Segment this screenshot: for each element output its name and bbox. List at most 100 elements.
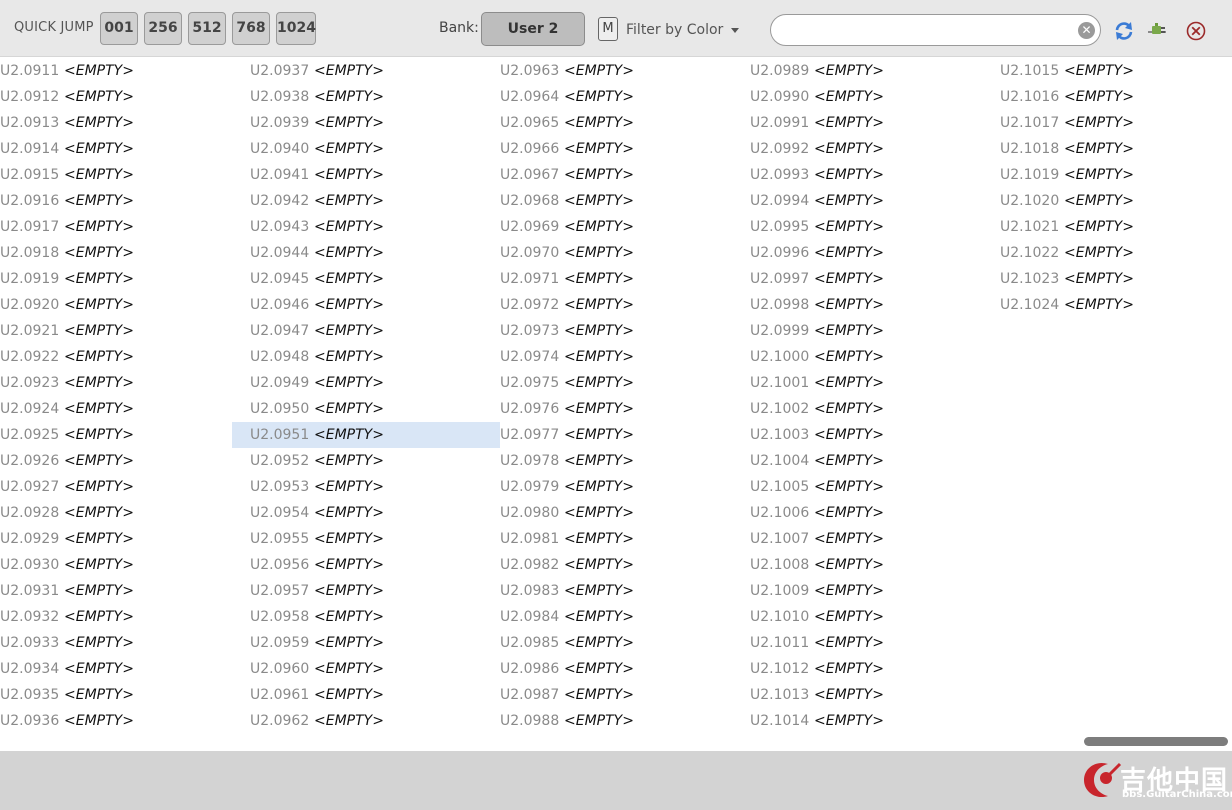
preset-row[interactable]: U2.0960 <EMPTY> — [250, 656, 500, 682]
preset-row[interactable]: U2.0975 <EMPTY> — [500, 370, 750, 396]
preset-row[interactable]: U2.1011 <EMPTY> — [750, 630, 1000, 656]
preset-row[interactable]: U2.0958 <EMPTY> — [250, 604, 500, 630]
preset-row[interactable]: U2.1020 <EMPTY> — [1000, 188, 1232, 214]
preset-row[interactable]: U2.0998 <EMPTY> — [750, 292, 1000, 318]
preset-row[interactable]: U2.0942 <EMPTY> — [250, 188, 500, 214]
refresh-icon[interactable] — [1113, 20, 1135, 42]
preset-row[interactable]: U2.0987 <EMPTY> — [500, 682, 750, 708]
preset-row[interactable]: U2.1015 <EMPTY> — [1000, 58, 1232, 84]
preset-row[interactable]: U2.1023 <EMPTY> — [1000, 266, 1232, 292]
preset-row[interactable]: U2.0926 <EMPTY> — [0, 448, 250, 474]
preset-row[interactable]: U2.0936 <EMPTY> — [0, 708, 250, 734]
preset-row[interactable]: U2.0979 <EMPTY> — [500, 474, 750, 500]
preset-row[interactable]: U2.0986 <EMPTY> — [500, 656, 750, 682]
clear-search-icon[interactable]: ✕ — [1078, 22, 1095, 39]
preset-row[interactable]: U2.0969 <EMPTY> — [500, 214, 750, 240]
preset-row[interactable]: U2.0963 <EMPTY> — [500, 58, 750, 84]
preset-row[interactable]: U2.1006 <EMPTY> — [750, 500, 1000, 526]
preset-row[interactable]: U2.1022 <EMPTY> — [1000, 240, 1232, 266]
preset-row[interactable]: U2.0945 <EMPTY> — [250, 266, 500, 292]
preset-row[interactable]: U2.0916 <EMPTY> — [0, 188, 250, 214]
preset-row[interactable]: U2.0912 <EMPTY> — [0, 84, 250, 110]
preset-row[interactable]: U2.0983 <EMPTY> — [500, 578, 750, 604]
preset-row[interactable]: U2.0943 <EMPTY> — [250, 214, 500, 240]
preset-row[interactable]: U2.1001 <EMPTY> — [750, 370, 1000, 396]
preset-row[interactable]: U2.0994 <EMPTY> — [750, 188, 1000, 214]
preset-row[interactable]: U2.0971 <EMPTY> — [500, 266, 750, 292]
preset-row[interactable]: U2.0952 <EMPTY> — [250, 448, 500, 474]
preset-row[interactable]: U2.0988 <EMPTY> — [500, 708, 750, 734]
preset-row[interactable]: U2.1014 <EMPTY> — [750, 708, 1000, 734]
preset-row[interactable]: U2.0984 <EMPTY> — [500, 604, 750, 630]
preset-row[interactable]: U2.0928 <EMPTY> — [0, 500, 250, 526]
preset-row[interactable]: U2.1012 <EMPTY> — [750, 656, 1000, 682]
preset-row[interactable]: U2.0978 <EMPTY> — [500, 448, 750, 474]
preset-row[interactable]: U2.0933 <EMPTY> — [0, 630, 250, 656]
preset-row[interactable]: U2.1008 <EMPTY> — [750, 552, 1000, 578]
preset-row[interactable]: U2.1007 <EMPTY> — [750, 526, 1000, 552]
preset-row[interactable]: U2.0934 <EMPTY> — [0, 656, 250, 682]
preset-row[interactable]: U2.0992 <EMPTY> — [750, 136, 1000, 162]
preset-row[interactable]: U2.0993 <EMPTY> — [750, 162, 1000, 188]
preset-row[interactable]: U2.0951 <EMPTY> — [232, 422, 500, 448]
search-field[interactable]: ✕ — [770, 14, 1101, 46]
preset-row[interactable]: U2.0990 <EMPTY> — [750, 84, 1000, 110]
preset-row[interactable]: U2.1010 <EMPTY> — [750, 604, 1000, 630]
preset-row[interactable]: U2.1003 <EMPTY> — [750, 422, 1000, 448]
bank-select-button[interactable]: User 2 — [481, 12, 585, 46]
preset-row[interactable]: U2.0930 <EMPTY> — [0, 552, 250, 578]
preset-row[interactable]: U2.0976 <EMPTY> — [500, 396, 750, 422]
m-toggle-button[interactable]: M — [598, 17, 618, 41]
preset-row[interactable]: U2.0917 <EMPTY> — [0, 214, 250, 240]
search-input[interactable] — [783, 21, 1077, 41]
preset-row[interactable]: U2.0961 <EMPTY> — [250, 682, 500, 708]
quick-jump-1024-button[interactable]: 1024 — [276, 12, 316, 45]
preset-row[interactable]: U2.1024 <EMPTY> — [1000, 292, 1232, 318]
preset-row[interactable]: U2.0923 <EMPTY> — [0, 370, 250, 396]
quick-jump-256-button[interactable]: 256 — [144, 12, 182, 45]
preset-row[interactable]: U2.0968 <EMPTY> — [500, 188, 750, 214]
preset-row[interactable]: U2.0925 <EMPTY> — [0, 422, 250, 448]
preset-row[interactable]: U2.0982 <EMPTY> — [500, 552, 750, 578]
preset-row[interactable]: U2.0957 <EMPTY> — [250, 578, 500, 604]
preset-row[interactable]: U2.1000 <EMPTY> — [750, 344, 1000, 370]
preset-row[interactable]: U2.0919 <EMPTY> — [0, 266, 250, 292]
close-icon[interactable] — [1185, 20, 1207, 42]
preset-row[interactable]: U2.0999 <EMPTY> — [750, 318, 1000, 344]
preset-row[interactable]: U2.1019 <EMPTY> — [1000, 162, 1232, 188]
preset-row[interactable]: U2.0955 <EMPTY> — [250, 526, 500, 552]
preset-row[interactable]: U2.0953 <EMPTY> — [250, 474, 500, 500]
preset-row[interactable]: U2.0932 <EMPTY> — [0, 604, 250, 630]
preset-row[interactable]: U2.1016 <EMPTY> — [1000, 84, 1232, 110]
preset-row[interactable]: U2.0997 <EMPTY> — [750, 266, 1000, 292]
preset-row[interactable]: U2.0946 <EMPTY> — [250, 292, 500, 318]
preset-row[interactable]: U2.0915 <EMPTY> — [0, 162, 250, 188]
preset-row[interactable]: U2.0966 <EMPTY> — [500, 136, 750, 162]
preset-row[interactable]: U2.0944 <EMPTY> — [250, 240, 500, 266]
preset-row[interactable]: U2.0950 <EMPTY> — [250, 396, 500, 422]
preset-row[interactable]: U2.0931 <EMPTY> — [0, 578, 250, 604]
preset-row[interactable]: U2.0948 <EMPTY> — [250, 344, 500, 370]
preset-row[interactable]: U2.0922 <EMPTY> — [0, 344, 250, 370]
preset-row[interactable]: U2.1021 <EMPTY> — [1000, 214, 1232, 240]
preset-row[interactable]: U2.1005 <EMPTY> — [750, 474, 1000, 500]
quick-jump-512-button[interactable]: 512 — [188, 12, 226, 45]
preset-row[interactable]: U2.0949 <EMPTY> — [250, 370, 500, 396]
preset-row[interactable]: U2.0977 <EMPTY> — [500, 422, 750, 448]
preset-row[interactable]: U2.0996 <EMPTY> — [750, 240, 1000, 266]
preset-row[interactable]: U2.0913 <EMPTY> — [0, 110, 250, 136]
preset-row[interactable]: U2.0911 <EMPTY> — [0, 58, 250, 84]
preset-row[interactable]: U2.0940 <EMPTY> — [250, 136, 500, 162]
filter-by-color-dropdown[interactable]: Filter by Color — [626, 22, 740, 38]
preset-row[interactable]: U2.0927 <EMPTY> — [0, 474, 250, 500]
preset-row[interactable]: U2.1017 <EMPTY> — [1000, 110, 1232, 136]
quick-jump-768-button[interactable]: 768 — [232, 12, 270, 45]
preset-row[interactable]: U2.0947 <EMPTY> — [250, 318, 500, 344]
preset-row[interactable]: U2.0974 <EMPTY> — [500, 344, 750, 370]
preset-row[interactable]: U2.1013 <EMPTY> — [750, 682, 1000, 708]
preset-row[interactable]: U2.0941 <EMPTY> — [250, 162, 500, 188]
preset-row[interactable]: U2.0924 <EMPTY> — [0, 396, 250, 422]
preset-row[interactable]: U2.0914 <EMPTY> — [0, 136, 250, 162]
preset-row[interactable]: U2.1018 <EMPTY> — [1000, 136, 1232, 162]
preset-row[interactable]: U2.0970 <EMPTY> — [500, 240, 750, 266]
